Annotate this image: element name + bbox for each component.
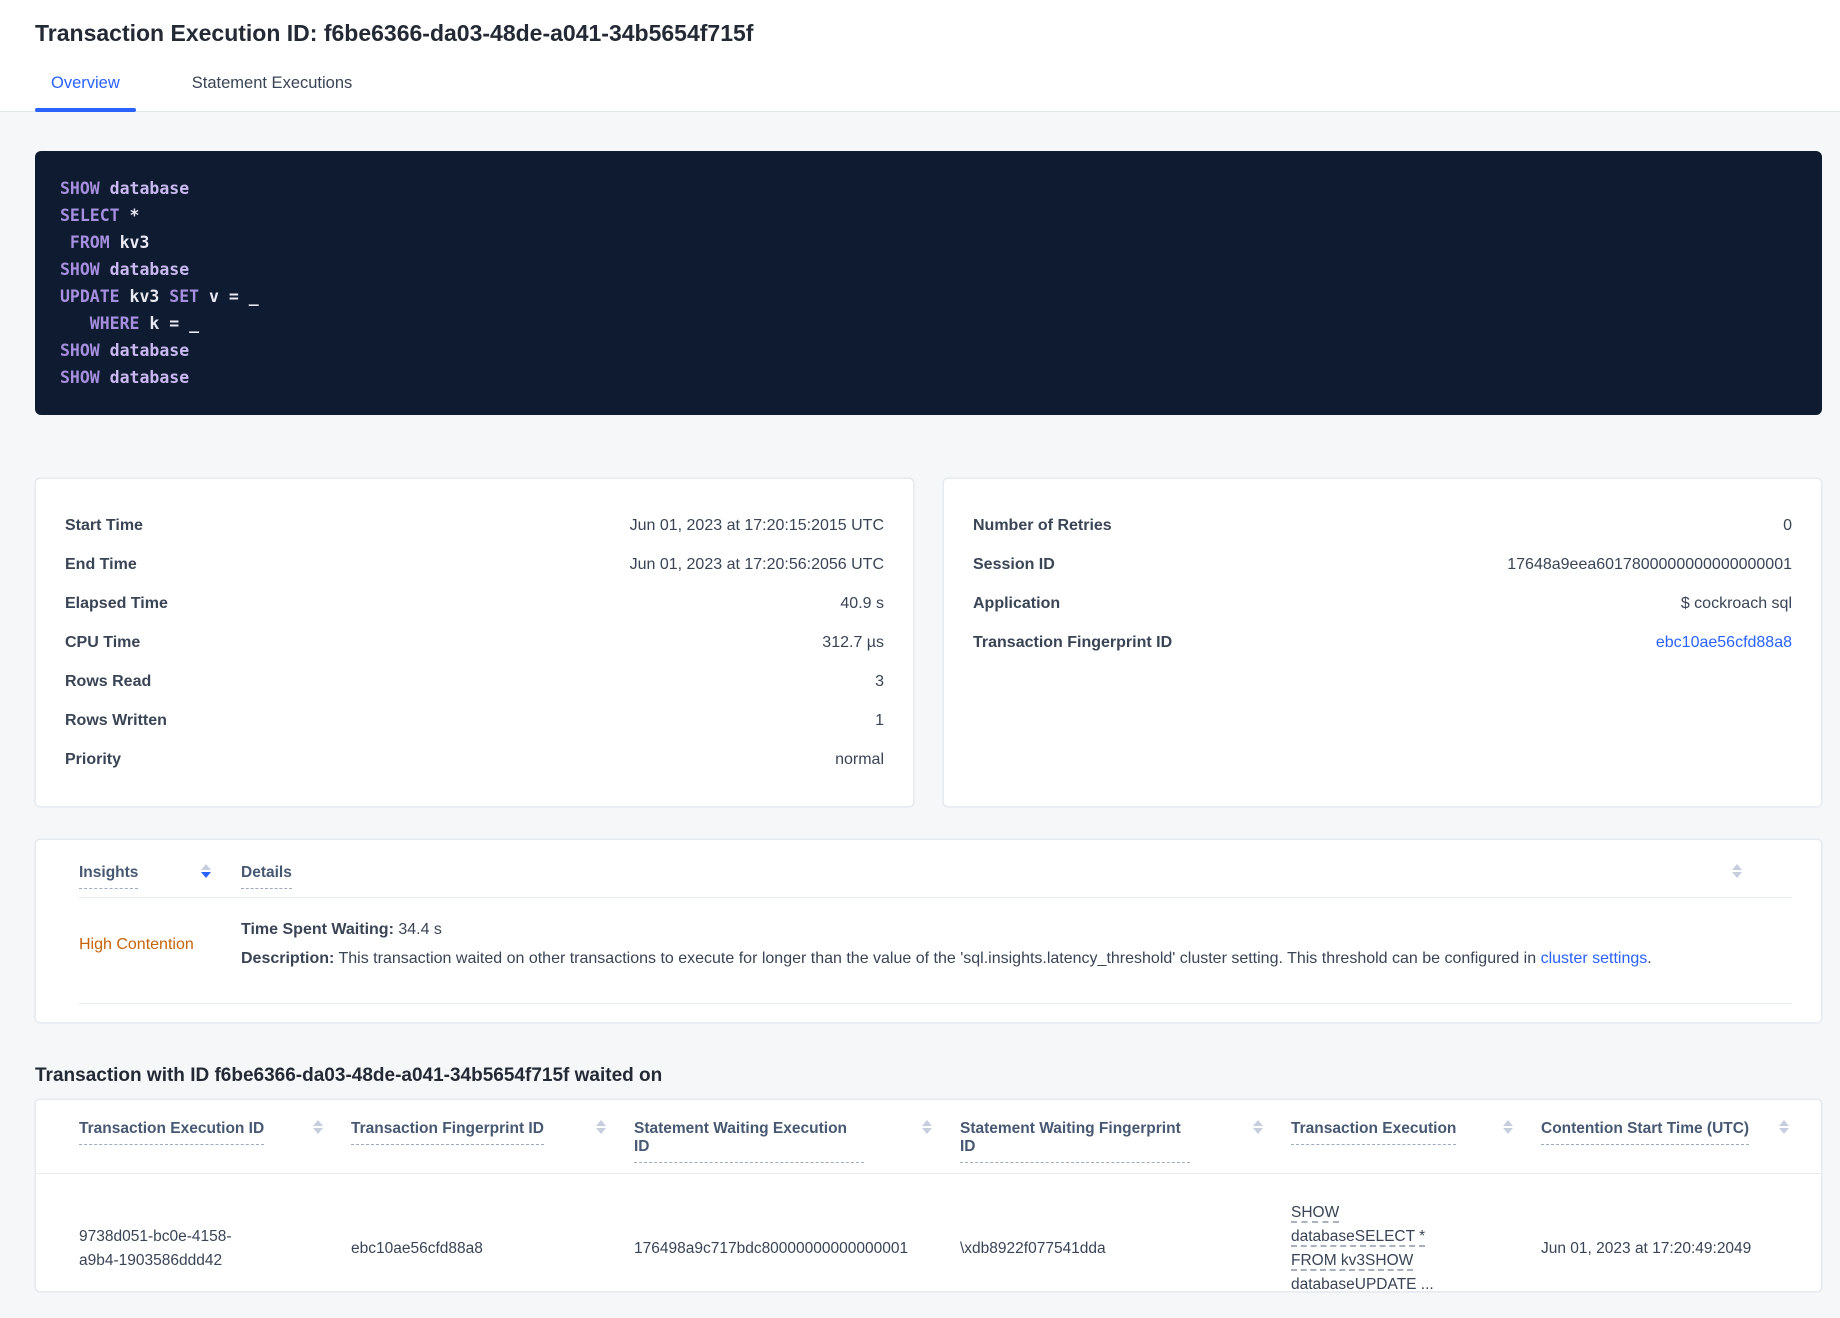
summary-row-retries: Number of Retries 0 xyxy=(973,517,1792,534)
table-row: 9738d051-bc0e-4158-a9b4-1903586ddd42 ebc… xyxy=(36,1174,1821,1291)
insights-card: Insights Details High Contention Time Sp… xyxy=(35,839,1822,1023)
tab-overview[interactable]: Overview xyxy=(35,74,136,112)
sort-icon[interactable] xyxy=(1779,1120,1789,1134)
summary-row-end-time: End Time Jun 01, 2023 at 17:20:56:2056 UT… xyxy=(65,556,884,573)
sort-icon[interactable] xyxy=(1732,864,1742,878)
sql-line: FROM kv3 xyxy=(60,233,150,252)
description-text: This transaction waited on other transac… xyxy=(334,950,1541,967)
cell-transaction-execution-link[interactable]: SHOW databaseSELECT * FROM kv3SHOW datab… xyxy=(1291,1201,1473,1291)
sort-icon[interactable] xyxy=(596,1120,606,1134)
tab-statement-executions[interactable]: Statement Executions xyxy=(176,74,369,111)
summary-row-priority: Priority normal xyxy=(65,751,884,768)
summary-row-start-time: Start Time Jun 01, 2023 at 17:20:15:2015 … xyxy=(65,517,884,534)
cell-statement-waiting-fingerprint-id: \xdb8922f077541dda xyxy=(960,1240,1106,1257)
sql-line: UPDATE kv3 SET v = _ xyxy=(60,287,259,306)
waiting-label: Time Spent Waiting: xyxy=(241,921,394,938)
summary-card-right: Number of Retries 0 Session ID 17648a9eea6… xyxy=(943,478,1822,807)
sort-icon[interactable] xyxy=(201,864,211,878)
sql-line: SHOW database xyxy=(60,260,190,279)
insight-row: High Contention Time Spent Waiting: 34.4… xyxy=(79,898,1792,995)
waited-on-heading: Transaction with ID f6be6366-da03-48de-a… xyxy=(35,1065,663,1086)
insights-column-header[interactable]: Insights xyxy=(79,864,139,889)
insights-table-header: Insights Details xyxy=(79,864,1792,889)
column-header-transaction-execution-id[interactable]: Transaction Execution ID xyxy=(79,1120,351,1163)
description-label: Description: xyxy=(241,950,335,967)
page-title: Transaction Execution ID: f6be6366-da03-… xyxy=(35,20,754,46)
cluster-settings-link[interactable]: cluster settings xyxy=(1541,950,1648,967)
column-header-contention-start-time[interactable]: Contention Start Time (UTC) xyxy=(1541,1120,1791,1163)
cell-contention-start-time: Jun 01, 2023 at 17:20:49:2049 xyxy=(1541,1240,1752,1257)
summary-card-left: Start Time Jun 01, 2023 at 17:20:15:2015 … xyxy=(35,478,914,807)
summary-row-cpu-time: CPU Time 312.7 µs xyxy=(65,634,884,651)
column-header-transaction-execution[interactable]: Transaction Execution xyxy=(1291,1120,1541,1163)
sort-icon[interactable] xyxy=(922,1120,932,1134)
cell-transaction-fingerprint-id: ebc10ae56cfd88a8 xyxy=(351,1240,483,1257)
insight-type-badge: High Contention xyxy=(79,935,194,953)
summary-row-session-id: Session ID 17648a9eea60178000000000000000… xyxy=(973,556,1792,573)
column-header-transaction-fingerprint-id[interactable]: Transaction Fingerprint ID xyxy=(351,1120,634,1163)
cell-transaction-execution-id: 9738d051-bc0e-4158-a9b4-1903586ddd42 xyxy=(79,1228,232,1269)
sql-line: SHOW database xyxy=(60,368,190,387)
insight-details: Time Spent Waiting: 34.4 s Description: … xyxy=(241,921,1652,967)
details-column-header[interactable]: Details xyxy=(241,864,292,889)
sql-line: SHOW database xyxy=(60,179,190,198)
waited-on-table: Transaction Execution ID Transaction Fin… xyxy=(35,1099,1822,1292)
transaction-fingerprint-link[interactable]: ebc10ae56cfd88a8 xyxy=(1656,634,1792,651)
column-header-statement-waiting-fingerprint-id[interactable]: Statement Waiting Fingerprint ID xyxy=(960,1120,1291,1163)
cell-statement-waiting-execution-id: 176498a9c717bdc80000000000000001 xyxy=(634,1240,909,1257)
sql-statement-box: SHOW database SELECT * FROM kv3 SHOW dat… xyxy=(35,151,1822,415)
summary-row-rows-read: Rows Read 3 xyxy=(65,673,884,690)
transaction-details-page: Transaction Execution ID: f6be6366-da03-… xyxy=(0,0,1840,1292)
page-header: Transaction Execution ID: f6be6366-da03-… xyxy=(0,0,1840,112)
waited-on-table-header: Transaction Execution ID Transaction Fin… xyxy=(36,1120,1821,1163)
waiting-value: 34.4 s xyxy=(393,921,442,938)
sql-line: WHERE k = _ xyxy=(60,314,200,333)
summary-cards: Start Time Jun 01, 2023 at 17:20:15:2015 … xyxy=(35,478,1822,807)
tab-bar: Overview Statement Executions xyxy=(35,74,1805,112)
sql-line: SELECT * xyxy=(60,206,140,225)
sort-icon[interactable] xyxy=(1503,1120,1513,1134)
sql-line: SHOW database xyxy=(60,341,190,360)
summary-row-application: Application $ cockroach sql xyxy=(973,595,1792,612)
sort-icon[interactable] xyxy=(313,1120,323,1134)
sort-icon[interactable] xyxy=(1253,1120,1263,1134)
summary-row-elapsed-time: Elapsed Time 40.9 s xyxy=(65,595,884,612)
column-header-statement-waiting-execution-id[interactable]: Statement Waiting Execution ID xyxy=(634,1120,960,1163)
summary-row-rows-written: Rows Written 1 xyxy=(65,712,884,729)
summary-row-txn-fingerprint: Transaction Fingerprint ID ebc10ae56cfd88… xyxy=(973,634,1792,651)
